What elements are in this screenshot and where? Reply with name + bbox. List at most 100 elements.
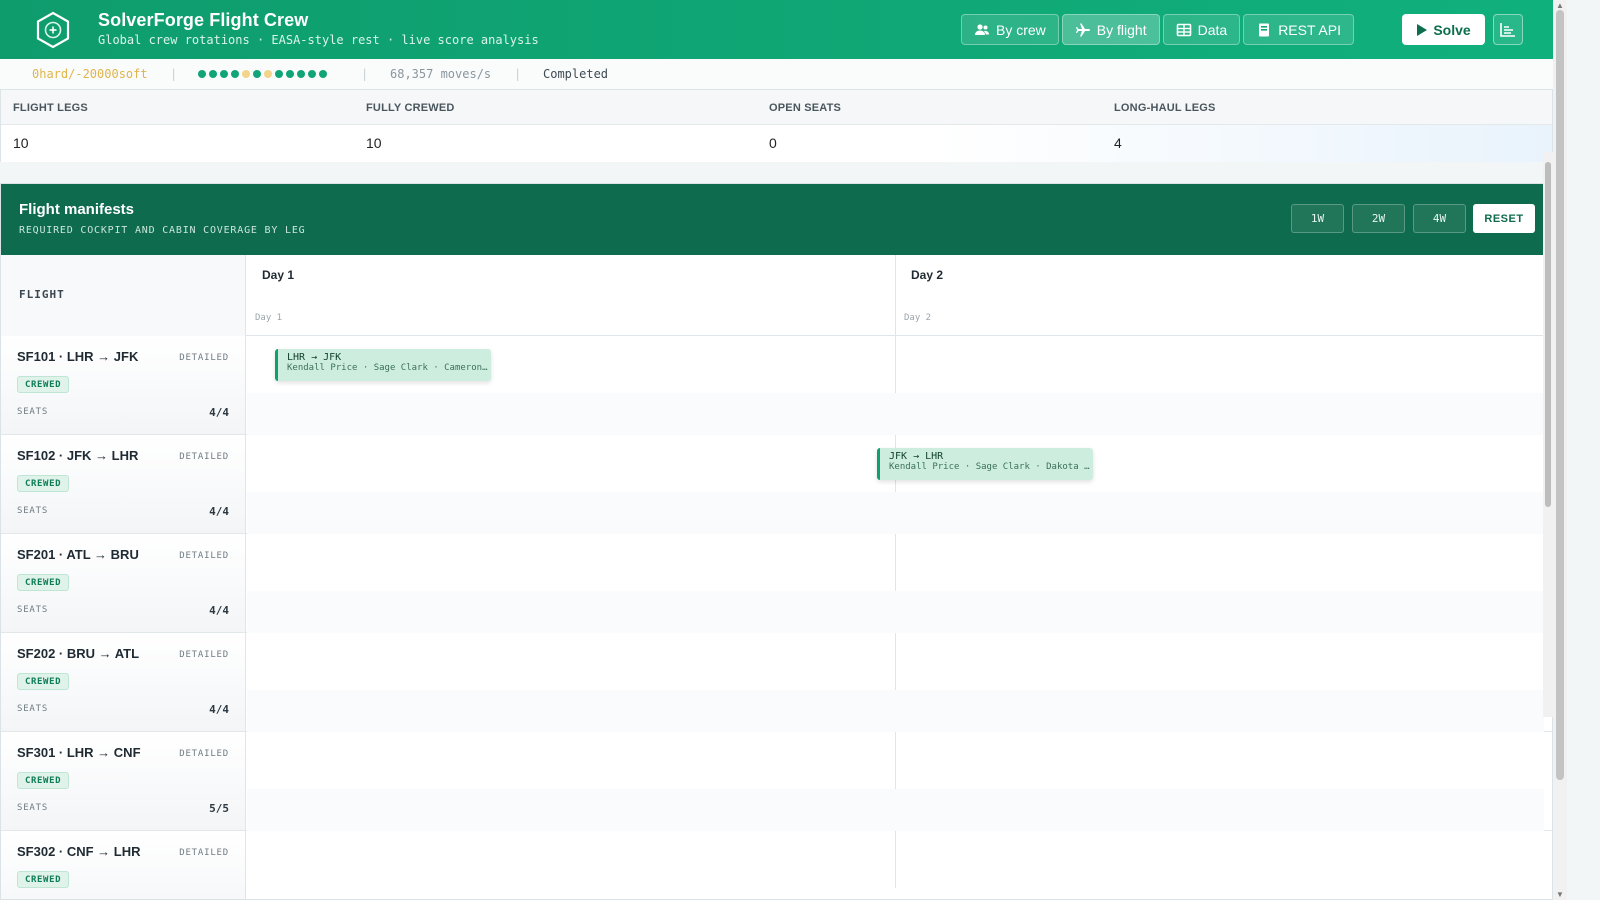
flight-row[interactable]: SF301 · LHR → CNF DETAILED CREWED SEATS … bbox=[1, 732, 1552, 831]
flight-info: SF202 · BRU → ATL DETAILED CREWED SEATS … bbox=[1, 633, 246, 731]
stat-header-flight-legs: FLIGHT LEGS bbox=[13, 102, 88, 114]
flight-leg-bar[interactable]: LHR → JFK Kendall Price · Sage Clark · C… bbox=[275, 349, 491, 381]
solver-status-bar: 0hard/-20000soft | | 68,357 moves/s | Co… bbox=[0, 59, 1553, 89]
app-header: SolverForge Flight Crew Global crew rota… bbox=[0, 0, 1553, 59]
status-badge: CREWED bbox=[17, 475, 70, 492]
timeline-track bbox=[247, 534, 1544, 591]
timeline-track bbox=[247, 831, 1544, 888]
zoom-4w-button[interactable]: 4W bbox=[1413, 204, 1466, 233]
solve-button[interactable]: Solve bbox=[1402, 14, 1485, 45]
nav-by-flight-label: By flight bbox=[1096, 21, 1147, 38]
leg-crew: Kendall Price · Sage Clark · Cameron… bbox=[287, 363, 488, 373]
timeline-track: LHR → JFK Kendall Price · Sage Clark · C… bbox=[247, 336, 1544, 393]
flight-column-header: FLIGHT bbox=[1, 255, 246, 336]
detail-mode-label: DETAILED bbox=[179, 650, 229, 660]
day-2-header: Day 2 Day 2 bbox=[896, 255, 1544, 336]
detail-mode-label: DETAILED bbox=[179, 848, 229, 858]
flight-name: SF201 · ATL → BRU bbox=[17, 547, 139, 562]
flight-name: SF302 · CNF → LHR bbox=[17, 844, 141, 859]
flight-manifests-panel: Flight manifests REQUIRED COCKPIT AND CA… bbox=[0, 183, 1553, 900]
detail-mode-label: DETAILED bbox=[179, 749, 229, 759]
logo-icon bbox=[36, 11, 70, 49]
manifest-header: Flight manifests REQUIRED COCKPIT AND CA… bbox=[1, 184, 1552, 255]
nav-by-crew-button[interactable]: By crew bbox=[961, 14, 1059, 45]
page-scrollbar-thumb[interactable] bbox=[1556, 10, 1564, 780]
status-badge: CREWED bbox=[17, 772, 70, 789]
flight-info: SF102 · JFK → LHR DETAILED CREWED SEATS … bbox=[1, 435, 246, 533]
timeline-header: FLIGHT Day 1 Day 1 Day 2 Day 2 bbox=[1, 255, 1552, 336]
summary-stats: FLIGHT LEGS FULLY CREWED OPEN SEATS LONG… bbox=[0, 89, 1553, 162]
day-divider bbox=[895, 534, 896, 591]
timeline-track-secondary bbox=[247, 393, 1544, 435]
nav-data-button[interactable]: Data bbox=[1162, 14, 1241, 45]
seats-value: 5/5 bbox=[209, 802, 229, 815]
flight-name: SF301 · LHR → CNF bbox=[17, 745, 141, 760]
score-history-dot bbox=[253, 70, 261, 78]
nav-by-crew-label: By crew bbox=[996, 21, 1046, 38]
timeline-scrollbar-thumb[interactable] bbox=[1545, 162, 1551, 507]
scroll-up-arrow-icon[interactable]: ▲ bbox=[1555, 1, 1565, 10]
stats-value-row: 10 10 0 4 bbox=[1, 125, 1552, 162]
detail-mode-label: DETAILED bbox=[179, 353, 229, 363]
solve-label: Solve bbox=[1433, 21, 1471, 38]
stat-header-open-seats: OPEN SEATS bbox=[769, 102, 842, 114]
status-badge: CREWED bbox=[17, 871, 70, 888]
stat-value-flight-legs: 10 bbox=[13, 135, 29, 151]
seats-value: 4/4 bbox=[209, 604, 229, 617]
scroll-down-arrow-icon[interactable]: ▼ bbox=[1555, 890, 1565, 899]
nav-data-label: Data bbox=[1197, 21, 1228, 38]
nav-rest-api-label: REST API bbox=[1278, 21, 1341, 38]
nav-rest-api-button[interactable]: REST API bbox=[1243, 14, 1354, 45]
timeline-track: JFK → LHR Kendall Price · Sage Clark · D… bbox=[247, 435, 1544, 492]
flight-row[interactable]: SF101 · LHR → JFK DETAILED CREWED SEATS … bbox=[1, 336, 1552, 435]
play-icon bbox=[1417, 23, 1428, 36]
flight-row[interactable]: SF102 · JFK → LHR DETAILED CREWED SEATS … bbox=[1, 435, 1552, 534]
zoom-1w-button[interactable]: 1W bbox=[1291, 204, 1344, 233]
reset-zoom-button[interactable]: RESET bbox=[1473, 204, 1535, 233]
leg-route: JFK → LHR bbox=[889, 451, 944, 462]
timeline-track bbox=[247, 732, 1544, 789]
view-switcher: By crew By flight Data REST API bbox=[961, 14, 1354, 45]
score-history-dot bbox=[264, 70, 272, 78]
seats-value: 4/4 bbox=[209, 505, 229, 518]
day-divider bbox=[895, 633, 896, 690]
timeline-track-secondary bbox=[247, 789, 1544, 831]
moves-per-second: 68,357 moves/s bbox=[390, 67, 492, 81]
status-badge: CREWED bbox=[17, 574, 70, 591]
day-title: Day 1 bbox=[262, 268, 295, 282]
stats-header-row: FLIGHT LEGS FULLY CREWED OPEN SEATS LONG… bbox=[1, 90, 1552, 125]
day-divider bbox=[895, 732, 896, 789]
status-badge: CREWED bbox=[17, 376, 70, 393]
status-badge: CREWED bbox=[17, 673, 70, 690]
zoom-2w-button[interactable]: 2W bbox=[1352, 204, 1405, 233]
leg-route: LHR → JFK bbox=[287, 352, 342, 363]
users-icon bbox=[975, 23, 989, 35]
stat-value-open-seats: 0 bbox=[769, 135, 777, 151]
nav-by-flight-button[interactable]: By flight bbox=[1061, 14, 1160, 45]
plane-icon bbox=[1075, 23, 1090, 36]
flight-row[interactable]: SF302 · CNF → LHR DETAILED CREWED bbox=[1, 831, 1552, 899]
flight-row[interactable]: SF201 · ATL → BRU DETAILED CREWED SEATS … bbox=[1, 534, 1552, 633]
score-analysis-button[interactable] bbox=[1493, 14, 1523, 45]
day-title: Day 2 bbox=[911, 268, 944, 282]
score-history-dot bbox=[286, 70, 294, 78]
day-subtitle: Day 2 bbox=[904, 313, 932, 323]
score-history-dot bbox=[242, 70, 250, 78]
stat-header-long-haul: LONG-HAUL LEGS bbox=[1114, 102, 1216, 114]
day-subtitle: Day 1 bbox=[255, 313, 283, 323]
stat-header-fully-crewed: FULLY CREWED bbox=[366, 102, 455, 114]
seats-label: SEATS bbox=[17, 704, 49, 714]
detail-mode-label: DETAILED bbox=[179, 551, 229, 561]
app-subtitle: Global crew rotations · EASA-style rest … bbox=[98, 33, 539, 47]
seats-label: SEATS bbox=[17, 407, 49, 417]
flight-info: SF101 · LHR → JFK DETAILED CREWED SEATS … bbox=[1, 336, 246, 434]
seats-label: SEATS bbox=[17, 605, 49, 615]
app-title: SolverForge Flight Crew bbox=[98, 10, 309, 30]
timeline-track-secondary bbox=[247, 690, 1544, 732]
flight-row[interactable]: SF202 · BRU → ATL DETAILED CREWED SEATS … bbox=[1, 633, 1552, 732]
status-divider: | bbox=[361, 67, 369, 81]
solver-state: Completed bbox=[543, 67, 609, 81]
flight-leg-bar[interactable]: JFK → LHR Kendall Price · Sage Clark · D… bbox=[877, 448, 1093, 480]
day-divider bbox=[895, 336, 896, 393]
score-history-dot bbox=[275, 70, 283, 78]
